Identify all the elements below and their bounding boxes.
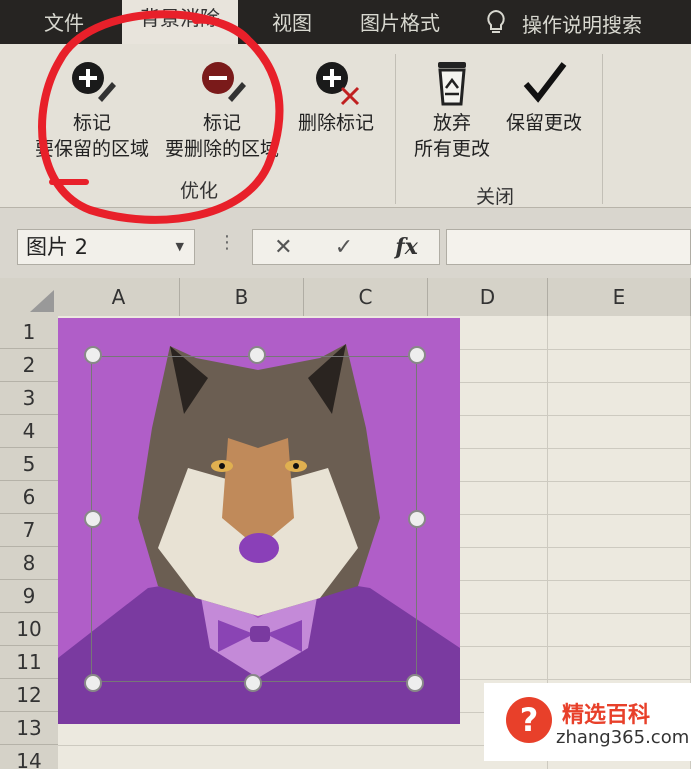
group-label-optimize: 优化 [180, 180, 219, 202]
selection-frame [91, 356, 417, 682]
select-all-corner[interactable] [0, 278, 58, 316]
resize-handle[interactable] [244, 674, 262, 692]
row-header[interactable]: 2 [0, 349, 58, 382]
mark-keep-line2: 要保留的区域 [34, 138, 149, 160]
mark-areas-to-remove-button[interactable]: 标记 要删除的区域 [156, 58, 288, 162]
row-header[interactable]: 9 [0, 580, 58, 613]
tab-background-removal[interactable]: 背景消除 [122, 0, 238, 44]
picture-background-removal[interactable] [58, 318, 460, 724]
tell-me-label: 操作说明搜索 [522, 12, 642, 37]
add-pencil-icon [72, 62, 116, 102]
row-header[interactable]: 11 [0, 646, 58, 679]
ribbon: 标记 要保留的区域 标记 要删除的区域 删除标记 放弃 所有更改 保留更改 优化… [0, 44, 691, 208]
cancel-icon[interactable]: ✕ [274, 235, 292, 260]
name-box[interactable]: 图片 2 ▼ [17, 229, 195, 265]
row-header[interactable]: 6 [0, 481, 58, 514]
group-label-close: 关闭 [476, 186, 515, 208]
name-box-value: 图片 2 [26, 235, 89, 259]
lightbulb-icon [487, 9, 505, 33]
resize-handle[interactable] [84, 510, 102, 528]
discard-line2: 所有更改 [413, 138, 490, 160]
resize-handle[interactable] [408, 510, 426, 528]
checkmark-icon [523, 62, 567, 103]
resize-handle[interactable] [84, 346, 102, 364]
formula-input[interactable] [446, 229, 691, 265]
discard-line1: 放弃 [432, 112, 471, 134]
row-header[interactable]: 3 [0, 382, 58, 415]
resize-handle[interactable] [248, 346, 266, 364]
delete-mark-label: 删除标记 [297, 112, 374, 134]
column-header-b[interactable]: B [180, 278, 304, 316]
ribbon-tab-bar: 文件 背景消除 视图 图片格式 操作说明搜索 [0, 0, 691, 44]
keep-changes-label: 保留更改 [505, 112, 582, 134]
enter-icon[interactable]: ✓ [335, 235, 353, 260]
column-header-c[interactable]: C [304, 278, 428, 316]
group-separator [395, 54, 396, 204]
column-header-e[interactable]: E [548, 278, 691, 316]
resize-handle[interactable] [408, 346, 426, 364]
row-header[interactable]: 4 [0, 415, 58, 448]
tab-file[interactable]: 文件 [44, 8, 84, 38]
row-header[interactable]: 5 [0, 448, 58, 481]
more-options-icon[interactable]: ⋮ [218, 232, 236, 253]
resize-handle[interactable] [406, 674, 424, 692]
question-icon: ? [506, 697, 552, 743]
formula-buttons: ✕ ✓ fx [252, 229, 440, 265]
delete-mark-button[interactable]: 删除标记 [290, 58, 382, 136]
row-header[interactable]: 12 [0, 679, 58, 712]
group-separator [602, 54, 603, 204]
recycle-bin-icon [438, 62, 466, 106]
tell-me-search[interactable]: 操作说明搜索 [484, 8, 642, 38]
column-header-a[interactable]: A [58, 278, 180, 316]
mark-remove-line1: 标记 [202, 112, 241, 134]
row-header[interactable]: 1 [0, 316, 58, 349]
row-header[interactable]: 13 [0, 712, 58, 745]
row-header[interactable]: 8 [0, 547, 58, 580]
tab-view[interactable]: 视图 [272, 8, 312, 38]
watermark-title: 精选百科 [562, 703, 651, 728]
column-header-d[interactable]: D [428, 278, 548, 316]
resize-handle[interactable] [84, 674, 102, 692]
mark-remove-line2: 要删除的区域 [164, 138, 279, 160]
discard-all-changes-button[interactable]: 放弃 所有更改 [406, 58, 498, 162]
row-header[interactable]: 7 [0, 514, 58, 547]
row-header[interactable]: 14 [0, 745, 58, 769]
insert-function-icon[interactable]: fx [395, 234, 418, 260]
tab-picture-format[interactable]: 图片格式 [360, 8, 440, 38]
minus-pencil-icon [202, 62, 246, 102]
mark-areas-to-keep-button[interactable]: 标记 要保留的区域 [28, 58, 156, 162]
watermark-badge: ? 精选百科 zhang365.com [484, 683, 691, 761]
watermark-url: zhang365.com [556, 727, 690, 748]
chevron-down-icon[interactable]: ▼ [176, 230, 184, 264]
mark-keep-line1: 标记 [72, 112, 111, 134]
row-header[interactable]: 10 [0, 613, 58, 646]
delete-mark-icon [316, 62, 360, 106]
keep-changes-button[interactable]: 保留更改 [498, 58, 590, 136]
